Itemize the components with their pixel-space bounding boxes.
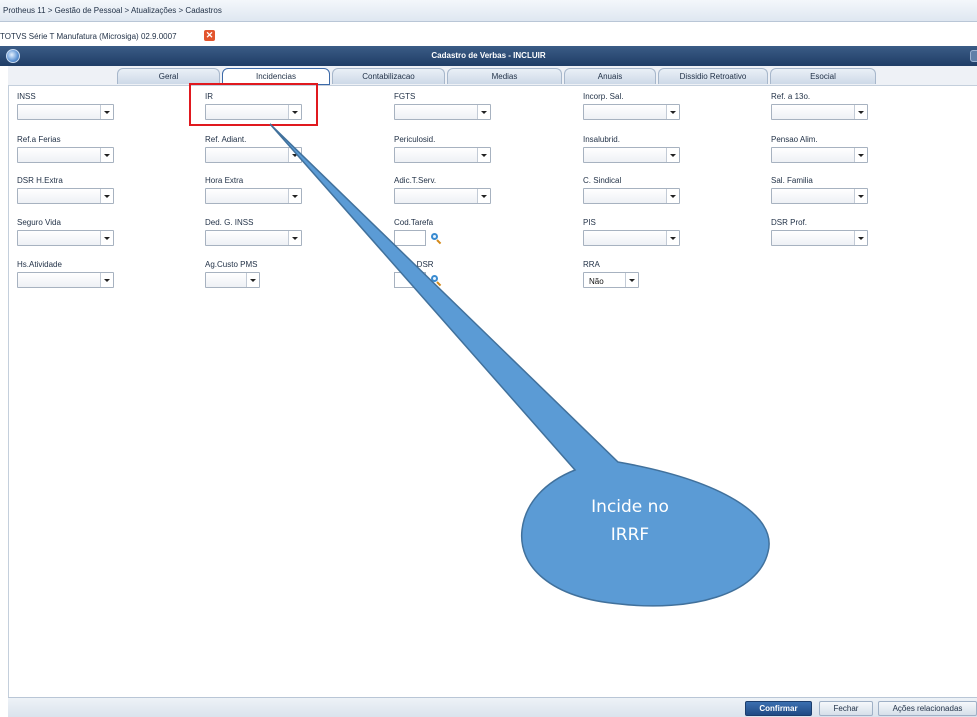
tab-bar: Geral Incidencias Contabilizacao Medias … xyxy=(117,68,877,85)
breadcrumb-bar: Protheus 11 > Gestão de Pessoal > Atuali… xyxy=(0,0,977,22)
chevron-down-icon[interactable] xyxy=(100,231,113,245)
chevron-down-icon[interactable] xyxy=(288,231,301,245)
chevron-down-icon[interactable] xyxy=(854,148,867,162)
tab-dissidio-retroativo[interactable]: Dissidio Retroativo xyxy=(658,68,768,84)
chevron-down-icon[interactable] xyxy=(477,148,490,162)
chevron-down-icon[interactable] xyxy=(854,231,867,245)
hora-extra-select[interactable] xyxy=(205,188,302,204)
chevron-down-icon[interactable] xyxy=(477,189,490,203)
chevron-down-icon[interactable] xyxy=(100,189,113,203)
chevron-down-icon[interactable] xyxy=(666,148,679,162)
tab-anuais[interactable]: Anuais xyxy=(564,68,656,84)
c-sindical-label: C. Sindical xyxy=(583,176,622,185)
window-title: Cadastro de Verbas - INCLUIR xyxy=(431,51,546,60)
chevron-down-icon[interactable] xyxy=(854,105,867,119)
inss-label: INSS xyxy=(17,92,36,101)
ir-label: IR xyxy=(205,92,213,101)
chevron-down-icon[interactable] xyxy=(100,273,113,287)
ag-custo-pms-label: Ag.Custo PMS xyxy=(205,260,258,269)
dsr-h-extra-select[interactable] xyxy=(17,188,114,204)
pis-select[interactable] xyxy=(583,230,680,246)
hora-extra-label: Hora Extra xyxy=(205,176,244,185)
incorp-sal-select[interactable] xyxy=(583,104,680,120)
ref-adiant-label: Ref. Adiant. xyxy=(205,135,247,144)
tab-esocial[interactable]: Esocial xyxy=(770,68,876,84)
pensao-alim-select[interactable] xyxy=(771,147,868,163)
cod-tarefa-label: Cod.Tarefa xyxy=(394,218,434,227)
ded-g-inss-label: Ded. G. INSS xyxy=(205,218,254,227)
ref-13o-label: Ref. a 13o. xyxy=(771,92,811,101)
related-actions-button[interactable]: Ações relacionadas xyxy=(878,701,977,716)
incidencias-panel xyxy=(8,85,977,697)
adic-t-serv-label: Adic.T.Serv. xyxy=(394,176,437,185)
close-icon[interactable]: ✕ xyxy=(204,30,215,41)
ref-adiant-select[interactable] xyxy=(205,147,302,163)
window-title-bar: Cadastro de Verbas - INCLUIR xyxy=(0,46,977,66)
sal-familia-label: Sal. Familia xyxy=(771,176,813,185)
seguro-vida-label: Seguro Vida xyxy=(17,218,61,227)
environment-bar: TOTVS Série T Manufatura (Microsiga) 02.… xyxy=(0,26,977,46)
ref-ferias-label: Ref.a Ferias xyxy=(17,135,61,144)
chevron-down-icon[interactable] xyxy=(100,105,113,119)
periculosid-select[interactable] xyxy=(394,147,491,163)
insalubrid-select[interactable] xyxy=(583,147,680,163)
c-sindical-select[interactable] xyxy=(583,188,680,204)
dsr-h-extra-label: DSR H.Extra xyxy=(17,176,63,185)
ref-13o-select[interactable] xyxy=(771,104,868,120)
chevron-down-icon[interactable] xyxy=(246,273,259,287)
tab-geral[interactable]: Geral xyxy=(117,68,220,84)
pensao-alim-label: Pensao Alim. xyxy=(771,135,818,144)
callout-text: Incide no IRRF xyxy=(560,493,700,549)
chevron-down-icon[interactable] xyxy=(625,273,638,287)
hs-atividade-label: Hs.Atividade xyxy=(17,260,62,269)
rra-label: RRA xyxy=(583,260,600,269)
close-button[interactable]: Fechar xyxy=(819,701,873,716)
dsr-prof-label: DSR Prof. xyxy=(771,218,808,227)
chevron-down-icon[interactable] xyxy=(854,189,867,203)
chevron-down-icon[interactable] xyxy=(288,148,301,162)
environment-label[interactable]: TOTVS Série T Manufatura (Microsiga) 02.… xyxy=(0,32,177,41)
ded-g-inss-select[interactable] xyxy=(205,230,302,246)
fgts-label: FGTS xyxy=(394,92,416,101)
sal-familia-select[interactable] xyxy=(771,188,868,204)
chevron-down-icon[interactable] xyxy=(666,189,679,203)
chevron-down-icon[interactable] xyxy=(288,189,301,203)
chevron-down-icon[interactable] xyxy=(477,105,490,119)
ag-custo-pms-select[interactable] xyxy=(205,272,260,288)
chevron-down-icon[interactable] xyxy=(100,148,113,162)
chevron-down-icon[interactable] xyxy=(666,105,679,119)
callout-line-1: Incide no xyxy=(591,497,669,517)
confirm-button[interactable]: Confirmar xyxy=(745,701,812,716)
rra-select[interactable]: Não xyxy=(583,272,639,288)
search-icon[interactable] xyxy=(430,232,442,245)
adic-t-serv-select[interactable] xyxy=(394,188,491,204)
verba-dsr-label: a DSR xyxy=(410,260,434,269)
ref-ferias-select[interactable] xyxy=(17,147,114,163)
seguro-vida-select[interactable] xyxy=(17,230,114,246)
chevron-down-icon[interactable] xyxy=(666,231,679,245)
hs-atividade-select[interactable] xyxy=(17,272,114,288)
cod-tarefa-input[interactable] xyxy=(394,230,426,246)
pis-label: PIS xyxy=(583,218,596,227)
search-icon[interactable] xyxy=(430,274,442,287)
tab-medias[interactable]: Medias xyxy=(447,68,562,84)
callout-line-2: IRRF xyxy=(610,525,650,545)
inss-select[interactable] xyxy=(17,104,114,120)
chevron-down-icon[interactable] xyxy=(288,105,301,119)
ir-select[interactable] xyxy=(205,104,302,120)
window-menu-icon[interactable] xyxy=(970,50,977,62)
verba-dsr-input[interactable] xyxy=(394,272,426,288)
fgts-select[interactable] xyxy=(394,104,491,120)
insalubrid-label: Insalubrid. xyxy=(583,135,620,144)
tab-contabilizacao[interactable]: Contabilizacao xyxy=(332,68,445,84)
dsr-prof-select[interactable] xyxy=(771,230,868,246)
periculosid-label: Periculosid. xyxy=(394,135,436,144)
incorp-sal-label: Incorp. Sal. xyxy=(583,92,624,101)
breadcrumb[interactable]: Protheus 11 > Gestão de Pessoal > Atuali… xyxy=(3,6,222,15)
tab-incidencias[interactable]: Incidencias xyxy=(222,68,330,85)
